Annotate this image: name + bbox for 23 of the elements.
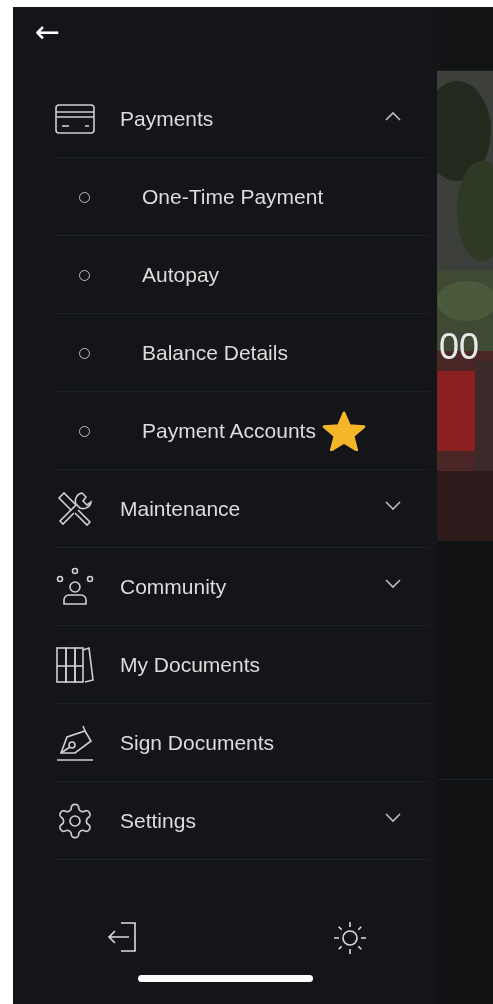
menu-item[interactable]: Community	[13, 548, 437, 626]
pen-nib-icon	[55, 723, 95, 763]
menu-item[interactable]: My Documents	[13, 626, 437, 704]
menu-item[interactable]: Maintenance	[13, 470, 437, 548]
tools-icon	[56, 490, 94, 528]
submenu-item[interactable]: Balance Details	[13, 314, 437, 392]
back-button[interactable]: ←	[35, 17, 61, 47]
submenu-item[interactable]: Payment Accounts	[13, 392, 437, 470]
menu-item[interactable]: Settings	[13, 782, 437, 860]
logout-icon[interactable]	[107, 921, 139, 955]
menu-item[interactable]: Payments	[13, 80, 437, 158]
binders-icon	[55, 646, 95, 684]
menu-item[interactable]: Sign Documents	[13, 704, 437, 782]
chevron-icon[interactable]	[385, 111, 401, 121]
sun-icon[interactable]	[333, 921, 367, 955]
credit-card-icon	[55, 104, 95, 134]
amount-text: 00	[439, 326, 480, 368]
submenu-item[interactable]: One-Time Payment	[13, 158, 437, 236]
chevron-icon[interactable]	[385, 579, 401, 589]
chevron-icon[interactable]	[385, 813, 401, 823]
chevron-icon[interactable]	[385, 501, 401, 511]
people-icon	[55, 567, 95, 607]
submenu-item[interactable]: Autopay	[13, 236, 437, 314]
